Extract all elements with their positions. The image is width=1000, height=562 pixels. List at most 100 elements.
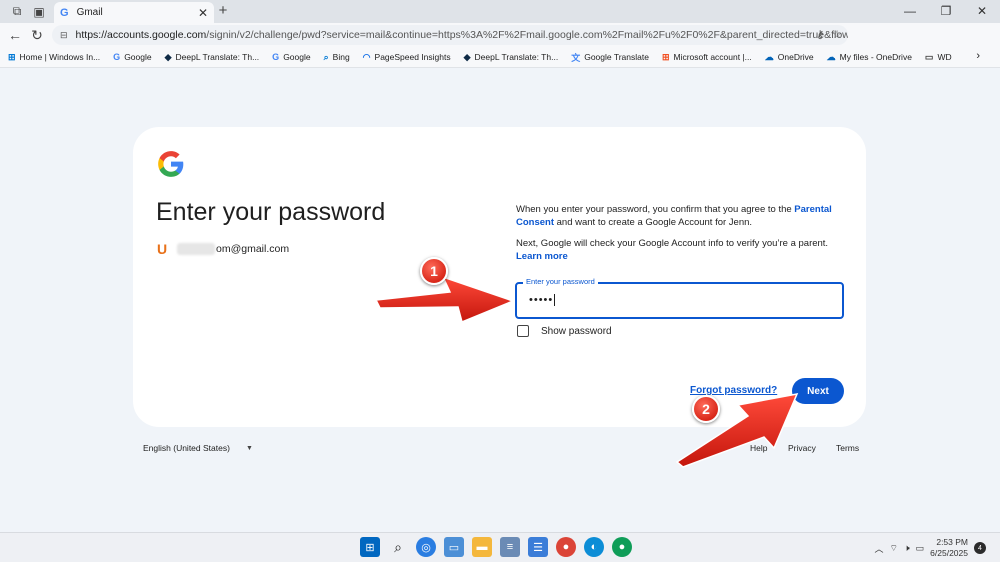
close-window-icon[interactable]: ✕ <box>964 0 1000 23</box>
account-avatar: U <box>157 241 168 257</box>
search-icon: ⌕ <box>323 51 329 62</box>
bookmark-item[interactable]: ⊞ Microsoft account |... <box>662 52 752 63</box>
app-icon[interactable]: ◎ <box>416 537 436 557</box>
account-email: om@gmail.com <box>216 243 290 255</box>
workspaces-icon[interactable]: ⧉ <box>6 1 28 23</box>
edge-icon[interactable]: ◐ <box>584 537 604 557</box>
tab-bar: ⧉ ▣ G Gmail ✕ + — ❐ ✕ <box>0 0 1000 23</box>
tab-actions-icon[interactable]: ▣ <box>28 1 50 23</box>
minimize-icon[interactable]: — <box>892 0 928 23</box>
favorite-star-icon[interactable]: ☆ <box>832 28 842 41</box>
taskbar: ⊞ ⌕ ◎ ▭ ▬ ≡ ☰ ● ◐ ● ︿ ⌔ 🕨 ▭ 2:53 PM 6/25… <box>0 532 1000 562</box>
bookmark-label: Home | Windows In... <box>19 52 101 62</box>
bookmark-label: PageSpeed Insights <box>374 52 451 62</box>
bookmark-item[interactable]: G Google <box>113 52 151 62</box>
close-icon[interactable]: ✕ <box>198 6 208 20</box>
url-domain: https://accounts.google.com <box>75 29 207 41</box>
password-value: ••••• <box>529 294 556 307</box>
battery-icon[interactable]: ▭ <box>916 543 925 554</box>
bookmark-item[interactable]: G Google <box>272 52 310 62</box>
navigation-bar: ← ↻ ⊟ https://accounts.google.com/signin… <box>0 23 1000 65</box>
learn-more-link[interactable]: Learn more <box>516 251 568 262</box>
bookmark-item[interactable]: ▭ WD <box>925 52 952 63</box>
signin-card: Enter your password U om@gmail.com When … <box>133 127 866 427</box>
taskbar-apps: ⊞ ⌕ ◎ ▭ ▬ ≡ ☰ ● ◐ ● <box>360 537 632 557</box>
key-icon[interactable]: ⚷ <box>816 28 824 41</box>
privacy-link[interactable]: Privacy <box>788 443 816 453</box>
bookmark-item[interactable]: ☁ OneDrive <box>765 52 814 63</box>
bookmark-item[interactable]: ◆ DeepL Translate: Th... <box>165 52 260 63</box>
next-button[interactable]: Next <box>792 378 844 404</box>
bookmark-label: WD <box>937 52 952 62</box>
bookmark-item[interactable]: ⌕ Bing <box>324 52 350 63</box>
account-chip[interactable]: U om@gmail.com <box>157 241 289 257</box>
bookmark-item[interactable]: ⊞ Home | Windows In... <box>8 52 100 63</box>
bookmarks-bar: ⊞ Home | Windows In... G Google ◆ DeepL Trans… <box>0 47 1000 68</box>
pagespeed-icon: ◠ <box>362 51 371 62</box>
new-tab-button[interactable]: + <box>216 2 230 19</box>
notes-icon[interactable]: ☰ <box>528 537 548 557</box>
google-icon: G <box>272 52 280 62</box>
notepad-icon[interactable]: ≡ <box>500 537 520 557</box>
google-icon: G <box>113 52 121 62</box>
bookmark-label: Google <box>124 52 152 62</box>
terms-link[interactable]: Terms <box>836 443 859 453</box>
help-link[interactable]: Help <box>750 443 767 453</box>
check-text: Next, Google will check your Google Acco… <box>516 238 829 249</box>
text-caret <box>554 294 556 307</box>
notification-badge[interactable]: 4 <box>974 542 986 554</box>
show-password-label: Show password <box>541 325 612 337</box>
restore-icon[interactable]: ❐ <box>928 0 964 23</box>
bookmark-label: DeepL Translate: Th... <box>474 52 559 62</box>
caret-down-icon[interactable]: ▼ <box>246 445 253 452</box>
password-label: Enter your password <box>523 277 598 286</box>
consent-pre: When you enter your password, you confir… <box>516 204 795 215</box>
bookmark-label: Bing <box>332 52 350 62</box>
translate-icon: 文 <box>571 52 581 63</box>
wifi-icon[interactable]: ⌔ <box>890 543 898 554</box>
check-paragraph: Next, Google will check your Google Acco… <box>516 237 836 263</box>
folder-icon: ▭ <box>924 51 934 62</box>
bookmark-label: DeepL Translate: Th... <box>175 52 260 62</box>
clock[interactable]: 2:53 PM 6/25/2025 <box>930 537 968 559</box>
password-field[interactable]: Enter your password ••••• <box>515 277 844 319</box>
search-icon[interactable]: ⌕ <box>388 537 408 557</box>
clock-time: 2:53 PM <box>936 537 968 547</box>
password-dots: ••••• <box>529 294 554 306</box>
bookmark-label: OneDrive <box>777 52 814 62</box>
consent-paragraph: When you enter your password, you confir… <box>516 203 836 229</box>
monitor-app-icon[interactable]: ▭ <box>444 537 464 557</box>
google-logo-icon <box>158 151 184 177</box>
url-path: /signin/v2/challenge/pwd?service=mail&co… <box>206 29 848 41</box>
site-info-icon[interactable]: ⊟ <box>60 30 68 41</box>
clock-date: 6/25/2025 <box>930 548 968 558</box>
bookmark-label: Google <box>283 52 311 62</box>
bookmark-item[interactable]: ☁ My files - OneDrive <box>827 52 912 63</box>
step-1-badge: 1 <box>420 257 448 285</box>
cloud-icon: ☁ <box>826 51 836 62</box>
volume-icon[interactable]: 🕨 <box>904 543 910 554</box>
chevron-right-icon[interactable]: › <box>976 50 980 62</box>
address-bar[interactable]: ⊟ https://accounts.google.com/signin/v2/… <box>52 25 848 45</box>
google-icon: G <box>60 6 69 19</box>
windows-icon: ⊞ <box>8 51 16 62</box>
bookmark-item[interactable]: ◠ PageSpeed Insights <box>363 52 451 63</box>
step-2-badge: 2 <box>692 395 720 423</box>
show-password-option[interactable]: Show password <box>517 325 612 337</box>
chrome-alt-icon[interactable]: ● <box>612 537 632 557</box>
bookmark-item[interactable]: 文 Google Translate <box>571 51 649 64</box>
tab-title: Gmail <box>76 7 103 18</box>
tab-gmail[interactable]: G Gmail ✕ <box>54 2 214 23</box>
redacted-email-part <box>177 243 215 255</box>
show-password-checkbox[interactable] <box>517 325 529 337</box>
bookmark-label: My files - OneDrive <box>839 52 912 62</box>
chrome-icon[interactable]: ● <box>556 537 576 557</box>
start-icon[interactable]: ⊞ <box>360 537 380 557</box>
file-explorer-icon[interactable]: ▬ <box>472 537 492 557</box>
bookmark-item[interactable]: ◆ DeepL Translate: Th... <box>464 52 559 63</box>
bookmark-label: Google Translate <box>584 52 649 62</box>
bookmark-label: Microsoft account |... <box>673 52 752 62</box>
chevron-up-icon[interactable]: ︿ <box>875 542 884 555</box>
language-selector[interactable]: English (United States) <box>143 443 230 453</box>
refresh-button[interactable]: ↻ <box>24 27 50 44</box>
